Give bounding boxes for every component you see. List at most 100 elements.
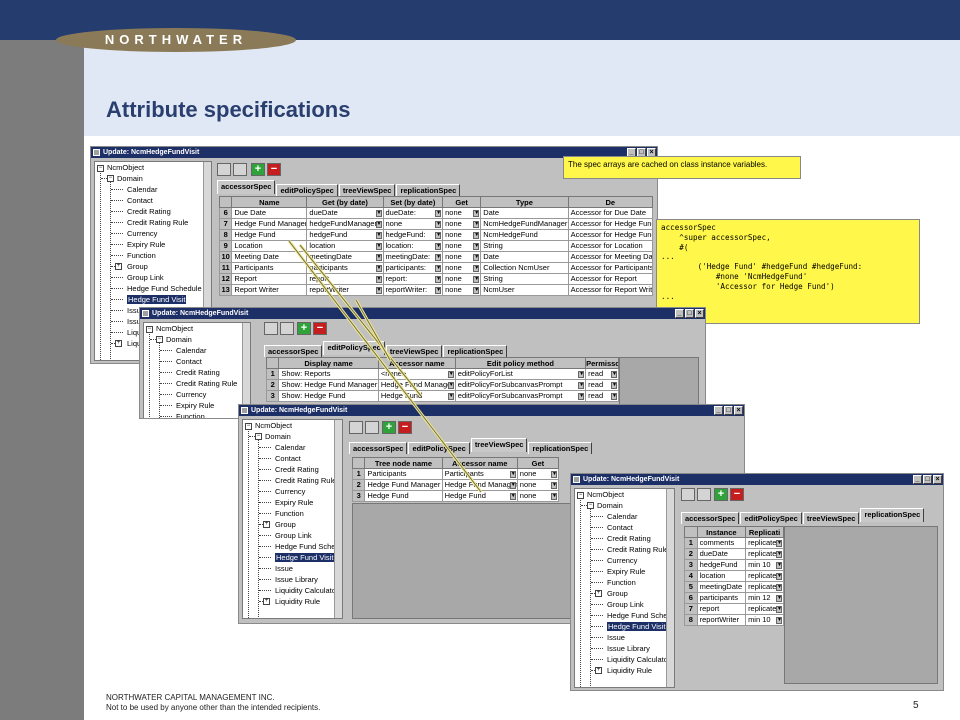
dropdown-arrow-icon[interactable]: ▼ [375, 210, 382, 217]
tree-node-item[interactable]: Hedge Fund Visit [607, 621, 667, 632]
table-cell[interactable]: none ▼ [382, 218, 444, 230]
maximize-icon[interactable]: □ [685, 309, 694, 318]
table-row[interactable]: 13 Report Writer reportWriter ▼ reportWriter… [218, 284, 654, 296]
column-header[interactable]: Permisso [585, 357, 619, 369]
expand-toggle-icon[interactable]: + [115, 263, 122, 270]
table-cell[interactable]: NcmHedgeFundManager [480, 218, 569, 230]
collapse-toggle-icon[interactable]: − [107, 175, 114, 182]
collapse-toggle-icon[interactable]: − [577, 492, 584, 499]
table-cell[interactable]: Date [480, 251, 569, 263]
tree-node-item[interactable]: Currency [275, 486, 305, 497]
table-cell[interactable]: Hedge Fund ▼ [377, 390, 456, 402]
dropdown-arrow-icon[interactable]: ▼ [509, 482, 516, 489]
table-cell[interactable]: replicate ▼ [745, 537, 784, 549]
table-row[interactable]: 3 Hedge Fund Hedge Fund ▼ none ▼ [351, 490, 560, 502]
dropdown-arrow-icon[interactable]: ▼ [473, 221, 480, 228]
collapse-toggle-icon[interactable]: − [97, 165, 104, 172]
tree-scrollbar[interactable] [666, 489, 674, 687]
dropdown-arrow-icon[interactable]: ▼ [375, 232, 382, 239]
table-cell[interactable]: Location [231, 240, 308, 252]
table-cell[interactable]: min 10 ▼ [745, 614, 784, 626]
table-cell[interactable]: editPolicyForSubcanvasPrompt ▼ [454, 379, 587, 391]
tree-node-item[interactable]: Expiry Rule [275, 497, 313, 508]
expand-toggle-icon[interactable]: + [263, 598, 270, 605]
table-cell[interactable]: comments [696, 537, 747, 549]
table-row[interactable]: 9 Location location ▼ location: ▼ none ▼ String A… [218, 240, 654, 252]
tree-node-item[interactable]: Function [275, 508, 304, 519]
table-cell[interactable]: none ▼ [442, 240, 482, 252]
expand-toggle-icon[interactable]: + [115, 340, 122, 347]
table-cell[interactable]: none ▼ [442, 273, 482, 285]
tree-node-item[interactable]: Expiry Rule [127, 239, 165, 250]
dropdown-arrow-icon[interactable]: ▼ [473, 243, 480, 250]
table-cell[interactable]: Participants [364, 468, 443, 480]
table-cell[interactable]: Due Date [231, 207, 308, 219]
tree-node-item[interactable]: Hedge Fund Visit [127, 294, 187, 305]
table-cell[interactable]: min 10 ▼ [745, 559, 784, 571]
table-cell[interactable]: NcmUser [480, 284, 569, 296]
table-row[interactable]: 2 Show: Hedge Fund Manager Hedge Fund Mana… [265, 379, 619, 391]
tree-node-item[interactable]: Group Link [275, 530, 312, 541]
column-header[interactable]: Instance [696, 526, 747, 538]
tree-node-root[interactable]: NcmObject [107, 162, 144, 173]
table-cell[interactable]: report [696, 603, 747, 615]
add-row-button[interactable]: + [382, 421, 396, 434]
table-row[interactable]: 6 participants min 12 ▼ [684, 592, 784, 604]
column-header[interactable]: Replicati [745, 526, 784, 538]
tree-node-item[interactable]: Contact [176, 356, 202, 367]
tab-treeviewspec[interactable]: treeViewSpec [470, 438, 528, 452]
tab-replicationspec[interactable]: replicationSpec [528, 442, 593, 454]
dropdown-arrow-icon[interactable]: ▼ [375, 254, 382, 261]
dropdown-arrow-icon[interactable]: ▼ [776, 595, 782, 602]
table-cell[interactable]: reportWriter: ▼ [382, 284, 444, 296]
window-titlebar[interactable]: Update: NcmHedgeFundVisit _ □ × [571, 474, 943, 485]
table-cell[interactable]: Participants ▼ [441, 468, 518, 480]
minimize-icon[interactable]: _ [675, 309, 684, 318]
tree-node-item[interactable]: Credit Rating [275, 464, 319, 475]
table-cell[interactable]: Hedge Fund [364, 490, 443, 502]
table-cell[interactable]: Hedge Fund ▼ [441, 490, 518, 502]
tab-replicationspec[interactable]: replicationSpec [443, 345, 508, 357]
table-cell[interactable]: Hedge Fund Manager ▼ [441, 479, 518, 491]
tree-node-item[interactable]: Liquidity Rule [275, 596, 320, 607]
dropdown-arrow-icon[interactable]: ▼ [776, 573, 782, 580]
tree-node-item[interactable]: Hedge Fund Visit [275, 552, 335, 563]
dropdown-arrow-icon[interactable]: ▼ [473, 265, 480, 272]
table-cell[interactable]: report ▼ [306, 273, 384, 285]
table-row[interactable]: 6 Due Date dueDate ▼ dueDate: ▼ none ▼ Date Acces… [218, 207, 654, 219]
table-cell[interactable]: Accessor for Hedge Fund [567, 229, 654, 241]
dropdown-arrow-icon[interactable]: ▼ [375, 221, 382, 228]
remove-row-button[interactable]: − [313, 322, 327, 335]
window-menu-icon[interactable] [142, 310, 149, 317]
tree-node-item[interactable]: Contact [275, 453, 301, 464]
tree-node-item[interactable]: Group [607, 588, 628, 599]
table-cell[interactable]: Accessor for Hedge Fund [567, 218, 654, 230]
dropdown-arrow-icon[interactable]: ▼ [473, 210, 480, 217]
tree-node-item[interactable]: Group Link [127, 272, 164, 283]
remove-row-button[interactable]: − [267, 163, 281, 176]
tree-node-item[interactable]: Issue [607, 632, 625, 643]
table-row[interactable]: 7 report replicate ▼ [684, 603, 784, 615]
tree-node-item[interactable]: Credit Rating [607, 533, 651, 544]
table-cell[interactable]: dueDate ▼ [306, 207, 384, 219]
column-header[interactable]: Get [516, 457, 560, 469]
table-cell[interactable]: Participants [231, 262, 308, 274]
table-cell[interactable]: Accessor for Report Writer [567, 284, 654, 296]
maximize-icon[interactable]: □ [724, 406, 733, 415]
table-cell[interactable]: none ▼ [442, 284, 482, 296]
table-cell[interactable]: Accessor for Meeting Date [567, 251, 654, 263]
dropdown-arrow-icon[interactable]: ▼ [447, 393, 454, 400]
dropdown-arrow-icon[interactable]: ▼ [435, 232, 442, 239]
tree-node-item[interactable]: Group [127, 261, 148, 272]
table-row[interactable]: 1 comments replicate ▼ [684, 537, 784, 549]
tree-node-item[interactable]: Credit Rating Rule [176, 378, 237, 389]
table-cell[interactable]: none ▼ [442, 251, 482, 263]
dropdown-arrow-icon[interactable]: ▼ [776, 540, 782, 547]
table-row[interactable]: 7 Hedge Fund Manager hedgeFundManager ▼ none… [218, 218, 654, 230]
column-header[interactable]: Tree node name [364, 457, 443, 469]
dropdown-arrow-icon[interactable]: ▼ [375, 287, 382, 294]
column-header[interactable]: Accessor name [377, 357, 456, 369]
maximize-icon[interactable]: □ [923, 475, 932, 484]
table-row[interactable]: 8 Hedge Fund hedgeFund ▼ hedgeFund: ▼ none ▼ Ncm… [218, 229, 654, 241]
dropdown-arrow-icon[interactable]: ▼ [551, 482, 557, 489]
